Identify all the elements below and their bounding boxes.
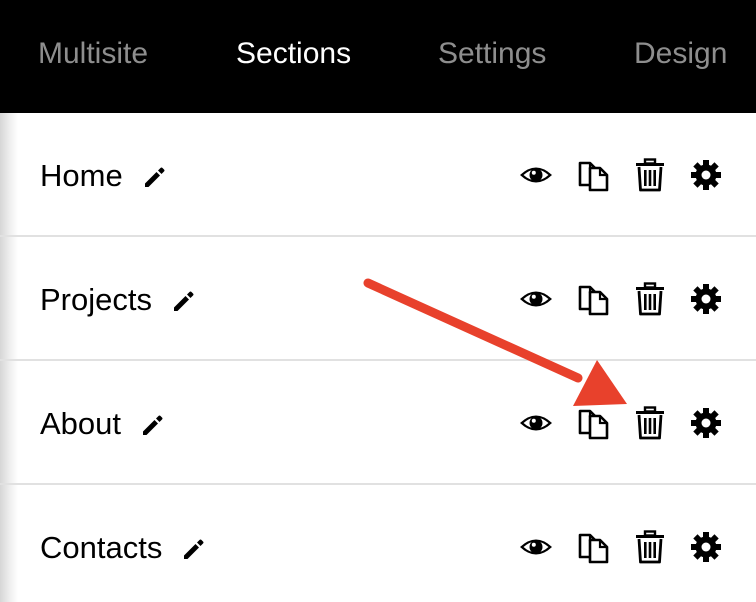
trash-icon[interactable]: [632, 157, 668, 193]
section-row-contacts: Contacts: [0, 485, 756, 602]
copy-icon[interactable]: [576, 529, 612, 565]
gear-icon[interactable]: [688, 529, 724, 565]
section-label-row: Contacts: [40, 528, 208, 568]
section-label-row: About: [40, 404, 167, 444]
section-label-row: Projects: [40, 280, 198, 320]
gear-icon[interactable]: [688, 157, 724, 193]
trash-icon[interactable]: [632, 281, 668, 317]
section-name[interactable]: Contacts: [40, 530, 162, 565]
tab-design[interactable]: Design: [634, 31, 727, 77]
gear-icon[interactable]: [688, 281, 724, 317]
pencil-icon[interactable]: [141, 161, 169, 189]
eye-icon[interactable]: [518, 157, 554, 193]
trash-icon[interactable]: [632, 529, 668, 565]
pencil-icon[interactable]: [180, 533, 208, 561]
gear-icon[interactable]: [688, 405, 724, 441]
sections-list: Home Projects About Contacts: [0, 113, 756, 602]
copy-icon[interactable]: [576, 281, 612, 317]
section-row-about: About: [0, 361, 756, 485]
section-name[interactable]: Home: [40, 158, 123, 193]
eye-icon[interactable]: [518, 281, 554, 317]
copy-icon[interactable]: [576, 405, 612, 441]
pencil-icon[interactable]: [170, 285, 198, 313]
section-row-home: Home: [0, 113, 756, 237]
eye-icon[interactable]: [518, 405, 554, 441]
section-label-row: Home: [40, 156, 169, 196]
section-name[interactable]: About: [40, 406, 121, 441]
tab-settings[interactable]: Settings: [438, 31, 546, 77]
eye-icon[interactable]: [518, 529, 554, 565]
section-row-projects: Projects: [0, 237, 756, 361]
trash-icon[interactable]: [632, 405, 668, 441]
top-navigation: Multisite Sections Settings Design: [0, 0, 756, 113]
pencil-icon[interactable]: [139, 409, 167, 437]
tab-multisite[interactable]: Multisite: [38, 31, 148, 77]
copy-icon[interactable]: [576, 157, 612, 193]
section-name[interactable]: Projects: [40, 282, 152, 317]
tab-sections[interactable]: Sections: [236, 31, 351, 77]
app-window: Multisite Sections Settings Design Home …: [0, 0, 756, 602]
